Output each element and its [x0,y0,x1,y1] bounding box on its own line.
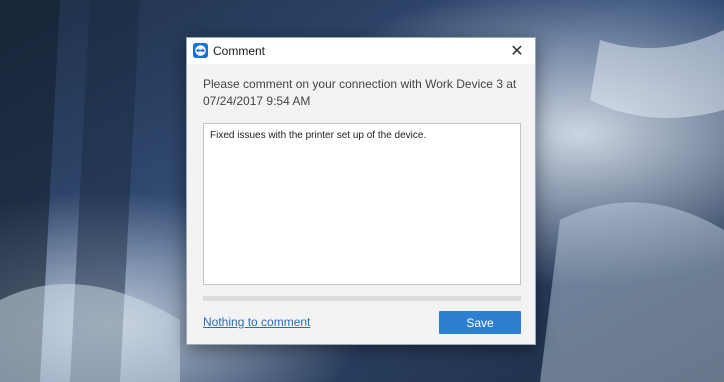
comment-textarea[interactable]: Fixed issues with the printer set up of … [203,123,521,285]
save-button[interactable]: Save [439,311,521,334]
dialog-titlebar: Comment ✕ [187,38,535,64]
teamviewer-logo-icon [193,43,208,58]
dialog-title: Comment [213,44,266,58]
dialog-separator [203,296,521,301]
comment-dialog: Comment ✕ Please comment on your connect… [186,37,536,345]
nothing-to-comment-link[interactable]: Nothing to comment [203,315,310,329]
close-icon[interactable]: ✕ [507,41,527,61]
dialog-message: Please comment on your connection with W… [203,77,517,108]
